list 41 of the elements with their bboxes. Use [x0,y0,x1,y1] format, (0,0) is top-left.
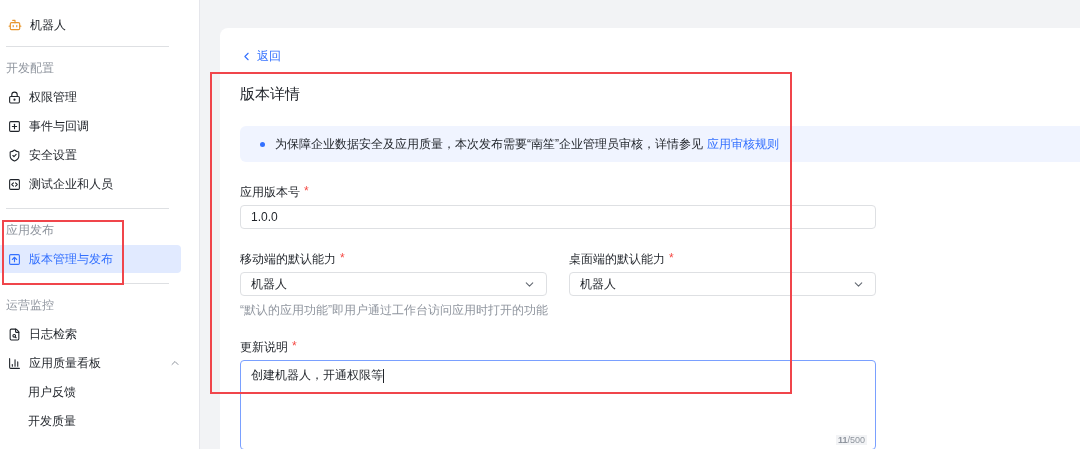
robot-icon [8,18,22,32]
desktop-select[interactable]: 机器人 [569,272,876,296]
menu-icon [8,252,21,266]
required-mark: * [292,339,297,355]
section-label: 开发配置 [5,60,55,77]
menu-icon [8,327,21,341]
section-label: 运营监控 [5,297,55,314]
menu-icon [8,148,21,162]
required-mark: * [340,251,345,267]
field-label: 更新说明 [240,339,288,356]
bullet-icon [260,141,265,147]
sidebar-item[interactable]: 事件与回调 [0,112,181,140]
field-label: 桌面端的默认能力 [569,251,665,268]
character-counter: 11/500 [835,435,867,445]
app-title: 机器人 [30,16,66,34]
sidebar-subitem[interactable]: 开发质量 [0,407,181,435]
sidebar-item[interactable]: 日志检索 [0,320,181,348]
page-title: 版本详情 [240,85,301,104]
section-label: 应用发布 [5,222,55,239]
sidebar-item[interactable]: 测试企业和人员 [0,170,181,198]
sidebar-item[interactable]: 版本管理与发布 [0,245,181,273]
field-label: 移动端的默认能力 [240,251,336,268]
sidebar-item[interactable]: 安全设置 [0,141,181,169]
mobile-select[interactable]: 机器人 [240,272,547,296]
version-field[interactable]: 1.0.0 [240,205,876,229]
menu-icon [8,90,21,104]
back-link[interactable]: 返回 [240,48,281,65]
field-label: 应用版本号 [240,184,300,201]
rules-link[interactable]: 应用审核规则 [707,136,779,151]
required-mark: * [304,184,309,200]
menu-icon [8,356,21,370]
menu-icon [8,177,21,191]
hint-text: “默认的应用功能”即用户通过工作台访问应用时打开的功能 [240,302,549,319]
text-cursor [383,368,384,383]
notice-text: 为保障企业数据安全及应用质量，本次发布需要“南笙”企业管理员审核，详情参见 应用审核规则 [275,135,779,153]
sidebar-item[interactable]: 应用质量看板 [0,349,181,377]
required-mark: * [669,251,674,267]
sidebar-subitem[interactable]: 用户反馈 [0,378,181,406]
description-field[interactable]: 创建机器人，开通权限等 11/500 [240,360,876,449]
sidebar-item[interactable]: 权限管理 [0,83,181,111]
menu-icon [8,119,21,133]
